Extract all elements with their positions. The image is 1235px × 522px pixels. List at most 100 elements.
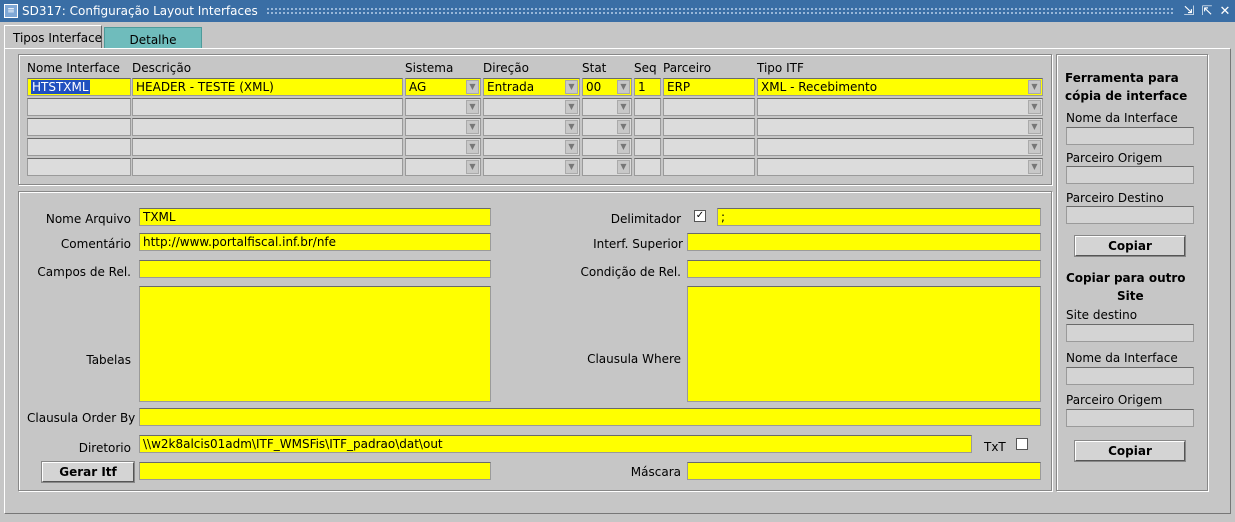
row-cell[interactable]: ▼ [483, 158, 580, 176]
maximize-icon[interactable]: ⇱ [1199, 4, 1215, 19]
row-cell[interactable]: ▼ [483, 118, 580, 136]
copiar-button[interactable]: Copiar [1075, 236, 1185, 256]
nome-interface-value: HTSTXML [31, 80, 90, 94]
chevron-down-icon[interactable]: ▼ [565, 160, 578, 174]
row-cell[interactable]: ▼ [405, 138, 481, 156]
interf-superior-field[interactable] [687, 233, 1041, 251]
row-cell[interactable]: ▼ [582, 158, 632, 176]
chevron-down-icon[interactable]: ▼ [565, 120, 578, 134]
chevron-down-icon[interactable]: ▼ [565, 80, 578, 94]
tab-detalhe[interactable]: Detalhe [104, 27, 202, 49]
row-cell[interactable]: ▼ [483, 138, 580, 156]
row-cell[interactable] [634, 158, 661, 176]
row-cell[interactable] [132, 138, 403, 156]
direcao-select[interactable]: Entrada ▼ [483, 78, 580, 96]
nome-arquivo-field[interactable]: TXML [139, 208, 491, 226]
row-cell[interactable]: ▼ [405, 98, 481, 116]
row-cell[interactable] [634, 98, 661, 116]
gerar-itf-field[interactable] [139, 462, 491, 480]
copiar-site-button[interactable]: Copiar [1075, 441, 1185, 461]
row-cell[interactable] [27, 98, 131, 116]
condicao-rel-field[interactable] [687, 260, 1041, 278]
campos-rel-field[interactable] [139, 260, 491, 278]
row-cell[interactable] [27, 158, 131, 176]
chevron-down-icon[interactable]: ▼ [617, 140, 630, 154]
site-parceiro-origem-field[interactable] [1066, 409, 1194, 427]
header-seq: Seq [634, 61, 657, 75]
txt-checkbox[interactable] [1016, 438, 1028, 450]
chevron-down-icon[interactable]: ▼ [617, 160, 630, 174]
tabelas-textarea[interactable] [139, 286, 491, 402]
row-cell[interactable] [27, 118, 131, 136]
delimitador-field[interactable]: ; [717, 208, 1041, 226]
chevron-down-icon[interactable]: ▼ [617, 100, 630, 114]
chevron-down-icon[interactable]: ▼ [617, 120, 630, 134]
parceiro-field[interactable]: ERP [663, 78, 755, 96]
title-bar-pattern [265, 6, 1173, 16]
chevron-down-icon[interactable]: ▼ [565, 140, 578, 154]
row-cell[interactable]: ▼ [582, 138, 632, 156]
chevron-down-icon[interactable]: ▼ [1028, 160, 1041, 174]
stat-select[interactable]: 00 ▼ [582, 78, 632, 96]
chevron-down-icon[interactable]: ▼ [565, 100, 578, 114]
chevron-down-icon[interactable]: ▼ [1028, 80, 1041, 94]
chevron-down-icon[interactable]: ▼ [1028, 120, 1041, 134]
site-destino-field[interactable] [1066, 324, 1194, 342]
chevron-down-icon[interactable]: ▼ [466, 120, 479, 134]
copy-parceiro-destino-field[interactable] [1066, 206, 1194, 224]
interf-superior-label: Interf. Superior [593, 237, 683, 251]
sistema-select[interactable]: AG ▼ [405, 78, 481, 96]
row-cell[interactable]: ▼ [483, 98, 580, 116]
direcao-value: Entrada [487, 80, 535, 94]
row-cell[interactable] [663, 98, 755, 116]
row-cell[interactable] [634, 138, 661, 156]
row-cell[interactable]: ▼ [405, 158, 481, 176]
chevron-down-icon[interactable]: ▼ [466, 140, 479, 154]
row-cell[interactable] [663, 138, 755, 156]
mascara-field[interactable] [687, 462, 1041, 480]
descricao-field[interactable]: HEADER - TESTE (XML) [132, 78, 403, 96]
delimitador-checkbox[interactable]: ✓ [694, 210, 706, 222]
mascara-label: Máscara [630, 465, 681, 479]
clausula-where-label: Clausula Where [587, 352, 681, 366]
row-cell[interactable] [663, 118, 755, 136]
seq-field[interactable]: 1 [634, 78, 661, 96]
row-cell[interactable] [634, 118, 661, 136]
row-cell[interactable] [132, 98, 403, 116]
chevron-down-icon[interactable]: ▼ [466, 80, 479, 94]
copy-nome-interface-field[interactable] [1066, 127, 1194, 145]
chevron-down-icon[interactable]: ▼ [1028, 140, 1041, 154]
row-cell[interactable] [27, 138, 131, 156]
row-cell[interactable] [132, 158, 403, 176]
row-cell[interactable]: ▼ [757, 158, 1043, 176]
row-cell[interactable]: ▼ [757, 138, 1043, 156]
order-by-field[interactable] [139, 408, 1041, 426]
chevron-down-icon[interactable]: ▼ [466, 100, 479, 114]
diretorio-field[interactable]: \\w2k8alcis01adm\ITF_WMSFis\ITF_padrao\d… [139, 435, 972, 453]
minimize-icon[interactable]: ⇲ [1181, 4, 1197, 19]
site-nome-interface-field[interactable] [1066, 367, 1194, 385]
close-icon[interactable]: ✕ [1217, 4, 1233, 19]
tipo-itf-select[interactable]: XML - Recebimento ▼ [757, 78, 1043, 96]
copy-site-title-2: Site [1117, 289, 1144, 303]
gerar-itf-button[interactable]: Gerar Itf [42, 462, 134, 482]
nome-interface-field[interactable]: HTSTXML [27, 78, 131, 96]
chevron-down-icon[interactable]: ▼ [466, 160, 479, 174]
row-cell[interactable] [132, 118, 403, 136]
chevron-down-icon[interactable]: ▼ [617, 80, 630, 94]
diretorio-label: Diretorio [78, 441, 131, 455]
clausula-where-textarea[interactable] [687, 286, 1041, 402]
delimitador-label: Delimitador [610, 212, 681, 226]
header-nome-interface: Nome Interface [27, 61, 120, 75]
row-cell[interactable]: ▼ [582, 98, 632, 116]
tab-tipos-interface[interactable]: Tipos Interface [4, 25, 102, 49]
header-parceiro: Parceiro [663, 61, 712, 75]
copy-parceiro-origem-field[interactable] [1066, 166, 1194, 184]
row-cell[interactable]: ▼ [757, 98, 1043, 116]
row-cell[interactable]: ▼ [582, 118, 632, 136]
row-cell[interactable] [663, 158, 755, 176]
chevron-down-icon[interactable]: ▼ [1028, 100, 1041, 114]
comentario-field[interactable]: http://www.portalfiscal.inf.br/nfe [139, 233, 491, 251]
row-cell[interactable]: ▼ [757, 118, 1043, 136]
row-cell[interactable]: ▼ [405, 118, 481, 136]
